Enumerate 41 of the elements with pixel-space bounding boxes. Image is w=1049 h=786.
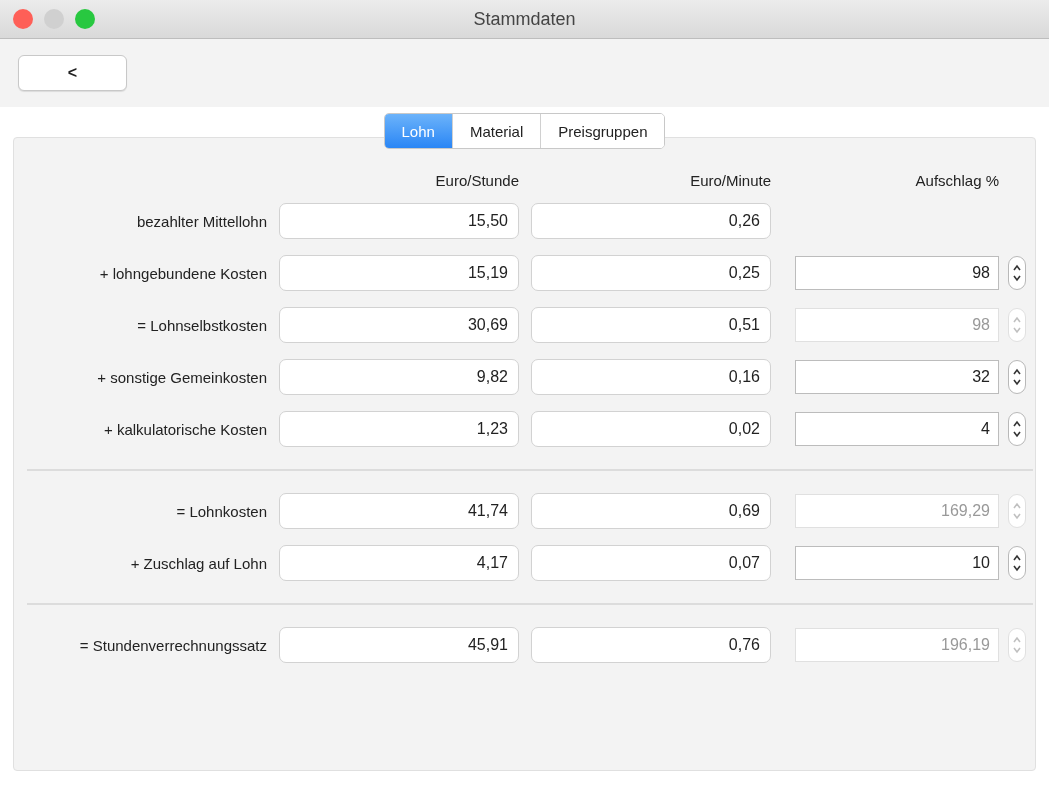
row-label: + lohngebundene Kosten: [98, 264, 267, 282]
euro-per-hour-field[interactable]: 15,50: [279, 203, 519, 239]
row-label: = Lohnkosten: [175, 502, 267, 520]
stepper[interactable]: [1008, 360, 1026, 394]
stepper-arrows-icon: [1012, 418, 1022, 440]
close-button[interactable]: [13, 9, 33, 29]
euro-per-minute-field[interactable]: 0,02: [531, 411, 771, 447]
stepper[interactable]: [1008, 412, 1026, 446]
euro-per-minute-field[interactable]: 0,07: [531, 545, 771, 581]
euro-per-hour-field[interactable]: 9,82: [279, 359, 519, 395]
row-label: bezahlter Mittellohn: [135, 212, 267, 230]
euro-per-hour-field[interactable]: 15,19: [279, 255, 519, 291]
euro-per-hour-field[interactable]: 4,17: [279, 545, 519, 581]
surcharge-field[interactable]: 4: [795, 412, 999, 446]
euro-per-minute-field[interactable]: 0,26: [531, 203, 771, 239]
stepper-arrows-icon: [1012, 314, 1022, 336]
column-header: Euro/Stunde: [434, 172, 519, 191]
window-title: Stammdaten: [473, 8, 576, 30]
column-header: Aufschlag %: [914, 172, 999, 191]
row-label: = Lohnselbstkosten: [136, 316, 267, 334]
stepper-arrows-icon: [1012, 634, 1022, 656]
stepper-arrows-icon: [1012, 262, 1022, 284]
row-label: + kalkulatorische Kosten: [103, 420, 267, 438]
row-label: = Stundenverrechnungssatz: [78, 636, 267, 654]
row-label: + sonstige Gemeinkosten: [96, 368, 267, 386]
stepper-arrows-icon: [1012, 366, 1022, 388]
surcharge-field[interactable]: 32: [795, 360, 999, 394]
euro-per-minute-field[interactable]: 0,16: [531, 359, 771, 395]
stepper-arrows-icon: [1012, 500, 1022, 522]
stepper[interactable]: [1008, 546, 1026, 580]
zoom-button[interactable]: [75, 9, 95, 29]
row-label: + Zuschlag auf Lohn: [129, 554, 267, 572]
back-button[interactable]: <: [18, 55, 127, 91]
euro-per-hour-field[interactable]: 1,23: [279, 411, 519, 447]
minimize-button[interactable]: [44, 9, 64, 29]
euro-per-minute-field[interactable]: 0,25: [531, 255, 771, 291]
surcharge-field[interactable]: 10: [795, 546, 999, 580]
column-header: Euro/Minute: [689, 172, 771, 191]
stepper[interactable]: [1008, 256, 1026, 290]
stepper-arrows-icon: [1012, 552, 1022, 574]
surcharge-field[interactable]: 98: [795, 256, 999, 290]
